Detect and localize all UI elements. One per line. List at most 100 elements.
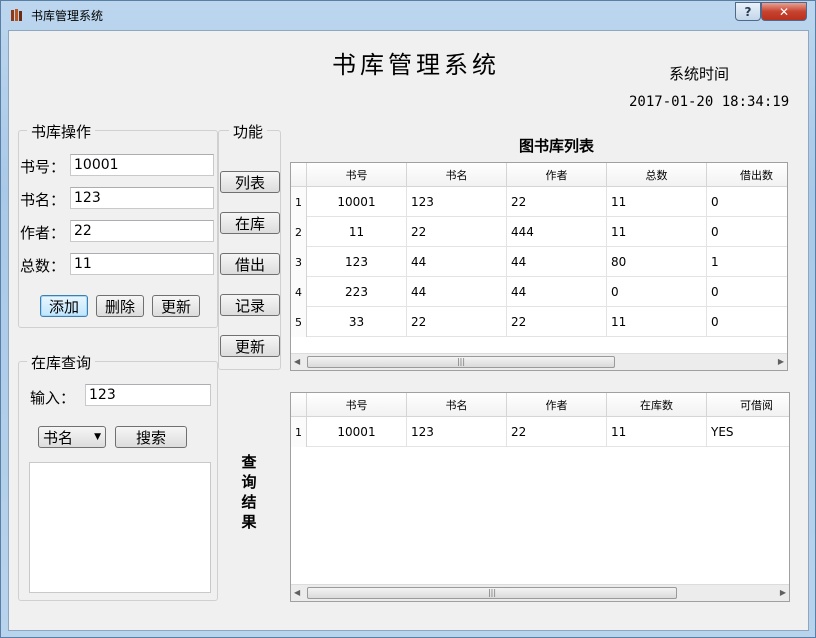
table-cell[interactable]: 22	[507, 307, 607, 337]
book-name-input[interactable]: 123	[70, 187, 214, 209]
table-cell[interactable]: YES	[707, 417, 789, 447]
scroll-left-icon[interactable]: ◀	[294, 588, 300, 597]
row-number: 4	[291, 277, 307, 307]
borrow-button[interactable]: 借出	[220, 253, 280, 275]
table-row[interactable]: 1 10001 123 22 11 YES	[291, 417, 789, 447]
table-cell[interactable]: 11	[607, 187, 707, 217]
column-header[interactable]: 书名	[407, 393, 507, 417]
author-label: 作者：	[20, 224, 66, 242]
query-result-table[interactable]: 书号 书名 作者 在库数 可借阅 1 10001 123 22 11 YES ◀…	[290, 392, 790, 602]
refresh-button[interactable]: 更新	[220, 335, 280, 357]
table-cell[interactable]: 11	[307, 217, 407, 247]
add-button[interactable]: 添加	[40, 295, 88, 317]
record-button[interactable]: 记录	[220, 294, 280, 316]
table-cell[interactable]: 223	[307, 277, 407, 307]
query-result-label: 查 询 结 果	[241, 453, 257, 531]
table-cell[interactable]: 0	[607, 277, 707, 307]
column-header[interactable]: 作者	[507, 163, 607, 187]
scroll-left-icon[interactable]: ◀	[294, 357, 300, 366]
table-cell[interactable]: 44	[407, 247, 507, 277]
table-cell[interactable]: 0	[707, 187, 787, 217]
query-result-header: 书号 书名 作者 在库数 可借阅	[291, 393, 789, 417]
delete-button[interactable]: 删除	[96, 295, 144, 317]
search-button[interactable]: 搜索	[115, 426, 187, 448]
in-stock-button[interactable]: 在库	[220, 212, 280, 234]
row-number: 1	[291, 417, 307, 447]
table-cell[interactable]: 123	[407, 187, 507, 217]
table-cell[interactable]: 22	[407, 217, 507, 247]
window-title: 书库管理系统	[31, 9, 104, 23]
page-title: 书库管理系统	[332, 51, 500, 79]
title-bar[interactable]: 书库管理系统 ? ✕	[1, 1, 815, 29]
author-input[interactable]: 22	[70, 220, 214, 242]
client-area: 书库管理系统 系统时间 2017-01-20 18:34:19 书库操作 书号：…	[8, 30, 809, 631]
table-row[interactable]: 2 11 22 444 11 0	[291, 217, 787, 247]
column-header[interactable]: 作者	[507, 393, 607, 417]
table-cell[interactable]: 0	[707, 217, 787, 247]
scroll-thumb[interactable]: |||	[307, 356, 615, 368]
table-cell[interactable]: 10001	[307, 417, 407, 447]
function-title: 功能	[229, 121, 268, 142]
book-id-input[interactable]: 10001	[70, 154, 214, 176]
book-list-table[interactable]: 书号 书名 作者 总数 借出数 1 10001 123 22 11 0 2 11…	[290, 162, 788, 371]
book-name-label: 书名：	[20, 191, 66, 209]
table-cell[interactable]: 123	[407, 417, 507, 447]
table-cell[interactable]: 22	[507, 417, 607, 447]
table-cell[interactable]: 11	[607, 417, 707, 447]
book-list-title: 图书库列表	[519, 137, 595, 155]
column-header[interactable]: 可借阅	[707, 393, 789, 417]
table-row[interactable]: 3 123 44 44 80 1	[291, 247, 787, 277]
total-label: 总数：	[20, 257, 66, 275]
system-time-value: 2017-01-20 18:34:19	[629, 94, 790, 110]
update-book-button[interactable]: 更新	[152, 295, 200, 317]
query-list-box[interactable]	[29, 462, 211, 593]
list-button[interactable]: 列表	[220, 171, 280, 193]
table-cell[interactable]: 444	[507, 217, 607, 247]
table-cell[interactable]: 44	[507, 247, 607, 277]
table-row[interactable]: 5 33 22 22 11 0	[291, 307, 787, 337]
column-header[interactable]: 借出数	[707, 163, 787, 187]
scroll-right-icon[interactable]: ▶	[778, 357, 784, 366]
table-cell[interactable]: 80	[607, 247, 707, 277]
table-cell[interactable]: 44	[407, 277, 507, 307]
row-number: 3	[291, 247, 307, 277]
help-button[interactable]: ?	[735, 2, 761, 21]
stock-query-title: 在库查询	[27, 352, 96, 373]
table-cell[interactable]: 123	[307, 247, 407, 277]
column-header[interactable]: 书号	[307, 163, 407, 187]
column-header[interactable]: 书号	[307, 393, 407, 417]
scroll-right-icon[interactable]: ▶	[780, 588, 786, 597]
book-list-hscrollbar[interactable]: ◀ ||| ▶	[291, 353, 787, 370]
row-number: 1	[291, 187, 307, 217]
table-row[interactable]: 4 223 44 44 0 0	[291, 277, 787, 307]
book-list-header: 书号 书名 作者 总数 借出数	[291, 163, 787, 187]
query-input-label: 输入：	[30, 389, 76, 407]
table-cell[interactable]: 33	[307, 307, 407, 337]
total-input[interactable]: 11	[70, 253, 214, 275]
function-group: 功能	[218, 121, 281, 370]
table-cell[interactable]: 1	[707, 247, 787, 277]
column-header[interactable]: 书名	[407, 163, 507, 187]
close-button[interactable]: ✕	[761, 2, 807, 21]
query-field-value: 书名	[43, 428, 74, 447]
app-window: 书库管理系统 ? ✕ 书库管理系统 系统时间 2017-01-20 18:34:…	[0, 0, 816, 638]
table-cell[interactable]: 10001	[307, 187, 407, 217]
system-time-label: 系统时间	[669, 65, 730, 83]
table-cell[interactable]: 22	[407, 307, 507, 337]
book-operation-title: 书库操作	[27, 121, 96, 142]
scroll-thumb[interactable]: |||	[307, 587, 677, 599]
table-cell[interactable]: 11	[607, 217, 707, 247]
column-header[interactable]: 总数	[607, 163, 707, 187]
table-cell[interactable]: 11	[607, 307, 707, 337]
table-row[interactable]: 1 10001 123 22 11 0	[291, 187, 787, 217]
column-header[interactable]: 在库数	[607, 393, 707, 417]
query-input[interactable]: 123	[85, 384, 211, 406]
query-field-select[interactable]: 书名 ▼	[38, 426, 106, 448]
help-icon: ?	[744, 4, 752, 19]
table-cell[interactable]: 44	[507, 277, 607, 307]
book-id-label: 书号：	[20, 158, 66, 176]
query-result-hscrollbar[interactable]: ◀ ||| ▶	[291, 584, 789, 601]
table-cell[interactable]: 0	[707, 277, 787, 307]
table-cell[interactable]: 0	[707, 307, 787, 337]
table-cell[interactable]: 22	[507, 187, 607, 217]
